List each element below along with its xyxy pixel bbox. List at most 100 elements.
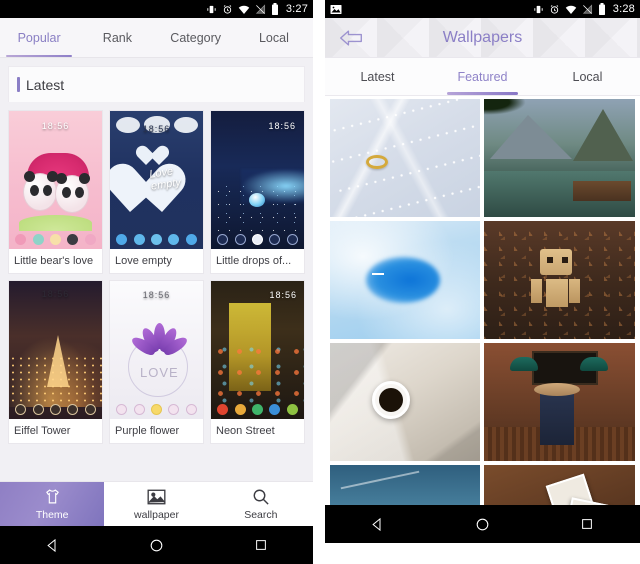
battery-icon bbox=[271, 3, 279, 15]
tree-branch bbox=[484, 99, 527, 115]
theme-clock-widget: 18:56 bbox=[41, 121, 70, 131]
recents-icon[interactable] bbox=[238, 526, 284, 564]
back-icon[interactable] bbox=[29, 526, 75, 564]
tab-local[interactable]: Local bbox=[235, 18, 313, 57]
vibrate-icon bbox=[206, 4, 217, 15]
dock-icon-browser bbox=[286, 403, 298, 415]
theme-dock-row bbox=[12, 402, 99, 416]
theme-clock-widget: 18:56 bbox=[142, 290, 171, 300]
danbo-arm bbox=[531, 279, 543, 303]
dock-icon-apps bbox=[150, 233, 162, 245]
mountain-peak bbox=[572, 109, 633, 161]
dock-icon-messages bbox=[234, 233, 246, 245]
dock-icon-browser bbox=[84, 233, 96, 245]
theme-card[interactable]: 18:56 Eiffel Tower bbox=[8, 280, 103, 444]
sky-opening bbox=[365, 257, 440, 303]
panda-ear bbox=[24, 171, 35, 182]
home-icon[interactable] bbox=[134, 526, 180, 564]
pendant-lamp bbox=[510, 357, 539, 371]
battery-icon bbox=[598, 3, 606, 15]
wallpaper-thumb-coffee-bed[interactable] bbox=[329, 343, 481, 461]
dock-icon-messages bbox=[133, 403, 145, 415]
contrail bbox=[340, 470, 420, 490]
recents-icon[interactable] bbox=[564, 505, 610, 543]
tab-category[interactable]: Category bbox=[157, 18, 235, 57]
signal-off-icon bbox=[582, 3, 593, 15]
wallpaper-thumb-alpine-lake[interactable] bbox=[484, 99, 635, 217]
theme-title: Love empty bbox=[110, 249, 203, 273]
left-android-navbar bbox=[0, 526, 314, 564]
image-icon bbox=[147, 487, 166, 506]
wallpaper-thumb-blue-sky[interactable] bbox=[329, 221, 481, 339]
dual-phone-screenshot: 3:27 Popular Rank Category Local Latest bbox=[0, 0, 640, 564]
alarm-icon bbox=[549, 4, 560, 15]
bottom-nav-wallpaper-label: wallpaper bbox=[134, 509, 179, 521]
theme-dock-row bbox=[214, 402, 301, 416]
theme-clock-widget: 18:56 bbox=[268, 121, 296, 131]
tab-local-label: Local bbox=[572, 69, 603, 84]
boathouse bbox=[572, 181, 631, 201]
theme-card[interactable]: 18:56 Little bear's love bbox=[8, 110, 103, 274]
left-phone-theme-store: 3:27 Popular Rank Category Local Latest bbox=[0, 0, 314, 564]
theme-card[interactable]: 18:56 Little drops of... bbox=[210, 110, 305, 274]
dock-icon-phone bbox=[217, 403, 229, 415]
wifi-icon bbox=[238, 4, 250, 15]
danbo-arm bbox=[569, 279, 581, 303]
theme-card[interactable]: LOVE 18:56 Purple flower bbox=[109, 280, 204, 444]
tab-latest[interactable]: Latest bbox=[325, 58, 430, 95]
danbo-body bbox=[546, 279, 569, 307]
theme-title: Neon Street bbox=[211, 419, 304, 443]
theme-dock-row bbox=[214, 232, 301, 246]
dock-icon-contacts bbox=[168, 403, 180, 415]
theme-card[interactable]: 18:56 Neon Street bbox=[210, 280, 305, 444]
bottom-nav-theme[interactable]: Theme bbox=[0, 482, 105, 526]
dock-icon-contacts bbox=[269, 233, 281, 245]
dock-icon-contacts bbox=[168, 233, 180, 245]
back-icon[interactable] bbox=[354, 505, 400, 543]
theme-card[interactable]: 18:56 Love empty Love empty bbox=[109, 110, 204, 274]
bottom-nav-search[interactable]: Search bbox=[209, 482, 313, 526]
right-status-right: 3:28 bbox=[533, 3, 635, 15]
mountain-peak bbox=[490, 115, 573, 159]
gold-ring bbox=[365, 155, 388, 169]
dock-icon-phone bbox=[15, 233, 27, 245]
right-android-navbar bbox=[324, 505, 640, 543]
dock-icon-contacts bbox=[67, 233, 79, 245]
dock-icon-phone bbox=[116, 233, 128, 245]
back-arrow-icon[interactable] bbox=[325, 29, 377, 47]
theme-thumbnail-love: 18:56 Love empty bbox=[110, 111, 203, 249]
tab-rank-label: Rank bbox=[102, 30, 132, 45]
dock-icon-browser bbox=[286, 233, 298, 245]
theme-grid: 18:56 Little bear's love 18:56 Love empt… bbox=[8, 102, 305, 444]
section-accent-bar bbox=[17, 77, 20, 92]
wallpaper-thumb-cafe-interior[interactable] bbox=[484, 343, 635, 461]
theme-clock-widget: 18:56 bbox=[269, 290, 297, 300]
right-status-left bbox=[330, 4, 533, 15]
home-icon[interactable] bbox=[459, 505, 505, 543]
wallpaper-thumb-polaroids[interactable] bbox=[484, 465, 635, 505]
tshirt-icon bbox=[44, 487, 61, 506]
dock-icon-messages bbox=[133, 233, 145, 245]
wallpaper-thumb-danbo-robot[interactable] bbox=[484, 221, 635, 339]
tab-rank[interactable]: Rank bbox=[78, 18, 156, 57]
wallpaper-grid[interactable] bbox=[324, 96, 640, 505]
section-title: Latest bbox=[26, 76, 65, 93]
eiffel-tower-shape bbox=[47, 335, 69, 387]
dock-icon-contacts bbox=[67, 403, 79, 415]
left-status-bar: 3:27 bbox=[0, 0, 314, 18]
panda-eye bbox=[30, 185, 39, 196]
dock-icon-apps bbox=[150, 403, 162, 415]
dock-icon-phone bbox=[116, 403, 128, 415]
wallpaper-thumb-wedding-rings[interactable] bbox=[329, 99, 481, 217]
theme-list-scroll[interactable]: Latest 18:56 Little bear's love 18:56 Lo… bbox=[0, 58, 314, 481]
dock-icon-apps bbox=[251, 233, 263, 245]
bottom-nav-wallpaper[interactable]: wallpaper bbox=[104, 482, 208, 526]
danbo-eye bbox=[547, 257, 554, 263]
tab-popular[interactable]: Popular bbox=[0, 18, 78, 57]
dock-icon-apps bbox=[49, 403, 61, 415]
tab-local-label: Local bbox=[258, 30, 289, 45]
theme-thumbnail-panda: 18:56 bbox=[9, 111, 102, 249]
wallpaper-thumb-eiffel-sky[interactable] bbox=[329, 465, 481, 505]
tab-featured[interactable]: Featured bbox=[430, 58, 535, 95]
tab-local[interactable]: Local bbox=[535, 58, 640, 95]
